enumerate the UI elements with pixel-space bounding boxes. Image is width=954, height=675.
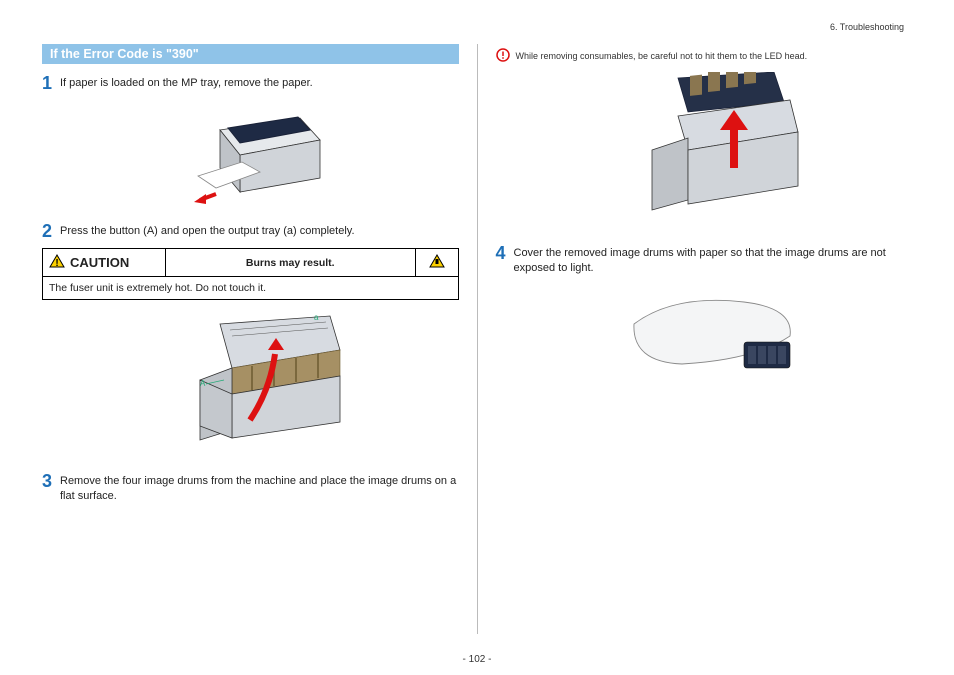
step-text: Cover the removed image drums with paper… <box>514 246 913 276</box>
step-2: 2 Press the button (A) and open the outp… <box>42 224 459 240</box>
step-number: 4 <box>496 244 514 262</box>
step-4: 4 Cover the removed image drums with pap… <box>496 246 913 276</box>
illustration-step3 <box>496 72 913 232</box>
svg-text:A: A <box>200 379 206 388</box>
illustration-step2: a A <box>42 310 459 460</box>
content-columns: If the Error Code is "390" 1 If paper is… <box>42 44 912 634</box>
step-3: 3 Remove the four image drums from the m… <box>42 474 459 504</box>
step-number: 1 <box>42 74 60 92</box>
caution-body: The fuser unit is extremely hot. Do not … <box>43 277 459 300</box>
alert-icon <box>496 48 510 64</box>
step-number: 3 <box>42 472 60 490</box>
note-text: While removing consumables, be careful n… <box>516 51 808 61</box>
step-1: 1 If paper is loaded on the MP tray, rem… <box>42 76 459 92</box>
right-column: While removing consumables, be careful n… <box>478 44 913 634</box>
svg-text:!: ! <box>55 258 58 268</box>
caution-label: ! CAUTION <box>49 254 129 271</box>
step-text: If paper is loaded on the MP tray, remov… <box>60 76 313 91</box>
section-title: If the Error Code is "390" <box>42 44 459 64</box>
svg-text:a: a <box>314 313 319 322</box>
caution-box: ! CAUTION Burns may result. The fuser un… <box>42 248 459 300</box>
note: While removing consumables, be careful n… <box>496 48 913 64</box>
illustration-step1 <box>42 100 459 210</box>
page-number: - 102 - <box>0 654 954 665</box>
caution-subhead: Burns may result. <box>166 249 416 277</box>
warning-triangle-icon: ! <box>49 254 65 271</box>
step-number: 2 <box>42 222 60 240</box>
step-text: Remove the four image drums from the mac… <box>60 474 459 504</box>
left-column: If the Error Code is "390" 1 If paper is… <box>42 44 477 634</box>
illustration-step4 <box>496 284 913 414</box>
document-page: 6. Troubleshooting If the Error Code is … <box>0 0 954 675</box>
caution-label-text: CAUTION <box>70 255 129 270</box>
section-header: 6. Troubleshooting <box>830 22 904 32</box>
step-text: Press the button (A) and open the output… <box>60 224 355 239</box>
arrow-icon <box>194 194 216 204</box>
warning-triangle-icon <box>429 254 445 271</box>
